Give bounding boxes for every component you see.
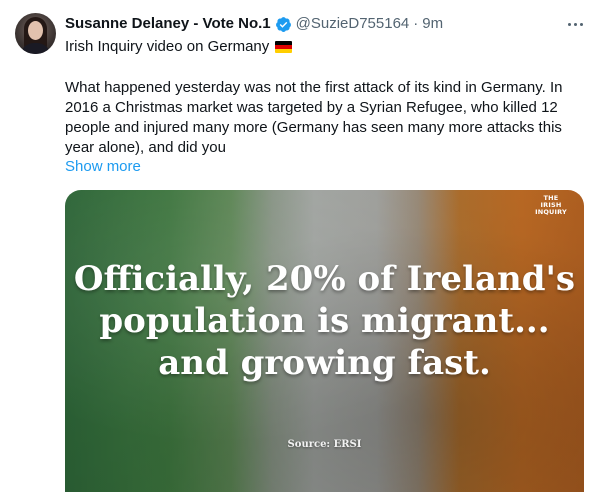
avatar[interactable] <box>15 13 56 54</box>
verified-badge-icon <box>275 16 291 32</box>
more-options-icon[interactable] <box>565 14 585 34</box>
show-more-link[interactable]: Show more <box>65 157 141 177</box>
timestamp[interactable]: 9m <box>422 14 443 34</box>
headline-line: Officially, 20% of Ireland's <box>73 259 576 299</box>
media-source: Source: ERSI <box>287 439 362 450</box>
handle[interactable]: @SuzieD755164 <box>296 14 410 34</box>
logo-line: INQUIRY <box>535 208 567 216</box>
display-name[interactable]: Susanne Delaney - Vote No.1 <box>65 14 271 34</box>
germany-flag-icon <box>275 41 293 53</box>
media-video[interactable]: THE IRISH INQUIRY Officially, 20% of Ire… <box>65 190 584 492</box>
subtitle-text: Irish Inquiry video on Germany <box>65 38 270 55</box>
tweet[interactable]: Susanne Delaney - Vote No.1 @SuzieD75516… <box>0 0 599 492</box>
tweet-body: What happened yesterday was not the firs… <box>65 79 563 156</box>
tweet-header: Susanne Delaney - Vote No.1 @SuzieD75516… <box>65 14 559 34</box>
avatar-face <box>28 21 43 40</box>
separator: · <box>413 15 419 32</box>
headline-line: population is migrant... <box>99 301 550 341</box>
irish-inquiry-logo: THE IRISH INQUIRY <box>531 195 571 216</box>
tweet-subtitle: Irish Inquiry video on Germany <box>65 37 293 57</box>
media-headline: Officially, 20% of Ireland's population … <box>65 258 584 384</box>
headline-line: and growing fast. <box>158 343 491 383</box>
